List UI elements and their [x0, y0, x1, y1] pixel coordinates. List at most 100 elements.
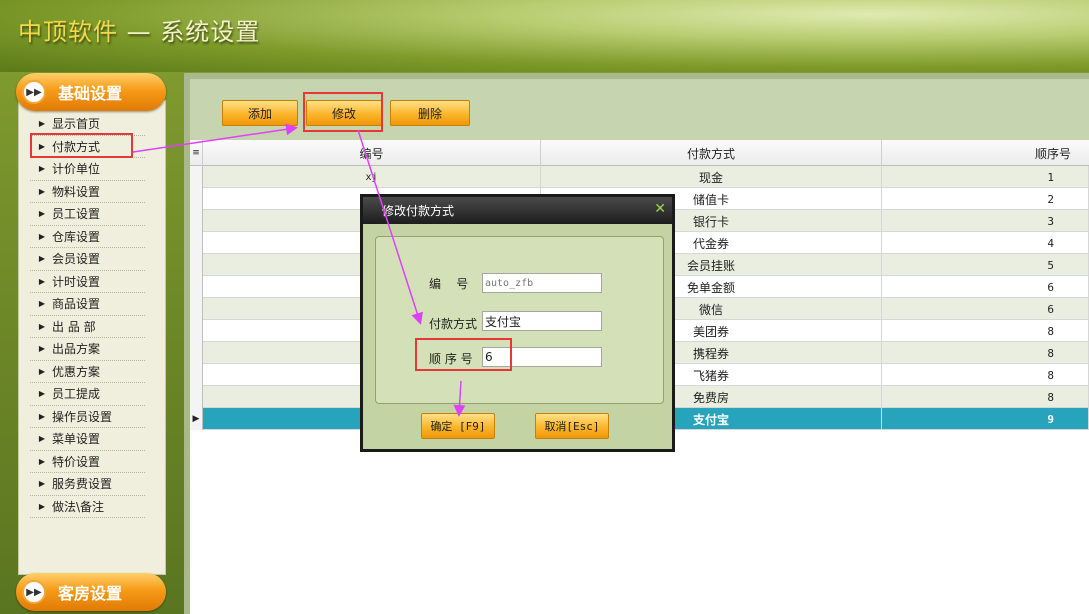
row-indicator: [190, 320, 203, 342]
sidebar-item[interactable]: ▶ 商品设置: [30, 293, 145, 316]
dialog-title: 修改付款方式: [382, 204, 455, 218]
sidebar-item-label: 出品方案: [52, 342, 101, 357]
row-indicator: [190, 276, 203, 298]
delete-button[interactable]: 删除: [390, 100, 470, 126]
row-indicator: [190, 210, 203, 232]
caret-right-icon: ▶: [38, 141, 46, 151]
sidebar-item-label: 显示首页: [52, 117, 101, 132]
caret-right-icon: ▶: [38, 366, 46, 376]
caret-right-icon: ▶: [38, 411, 46, 421]
cell-order: 6: [882, 276, 1089, 298]
sidebar-section-basic[interactable]: ▶▶ 基础设置: [16, 73, 166, 111]
cell-order: 4: [882, 232, 1089, 254]
code-label: 编 号: [429, 277, 469, 291]
caret-right-icon: ▶: [38, 231, 46, 241]
sidebar-section-rooms[interactable]: ▶▶ 客房设置: [16, 573, 166, 611]
row-indicator: [190, 254, 203, 276]
caret-right-icon: ▶: [38, 344, 46, 354]
row-indicator: [190, 386, 203, 408]
caret-right-icon: ▶: [38, 209, 46, 219]
dialog-title-bar[interactable]: 修改付款方式 ✕: [363, 197, 672, 224]
caret-right-icon: ▶: [38, 254, 46, 264]
sidebar-item[interactable]: ▶ 出 品 部: [30, 316, 145, 338]
cell-order: 9: [882, 408, 1089, 430]
sidebar-item[interactable]: ▶ 物料设置: [30, 181, 145, 203]
add-button[interactable]: 添加: [222, 100, 298, 126]
sidebar-item[interactable]: ▶ 特价设置: [30, 451, 145, 473]
row-indicator: [190, 342, 203, 364]
code-field[interactable]: auto_zfb: [482, 273, 602, 293]
sidebar-menu: ▶ 显示首页 ▶ 付款方式 ▶ 计价单位 ▶ 物料设置 ▶ 员工设置 ▶ 仓库设置 ▶ 会员设置 ▶ 计时设置…: [30, 113, 145, 518]
sidebar-item-label: 仓库设置: [52, 229, 101, 244]
cancel-button[interactable]: 取消[Esc]: [535, 413, 609, 439]
row-indicator: ▶: [190, 408, 203, 430]
sidebar-item-label: 特价设置: [52, 454, 101, 469]
caret-right-icon: ▶: [38, 321, 46, 331]
sidebar-section-label: 基础设置: [58, 84, 123, 103]
ok-button[interactable]: 确定 [F9]: [421, 413, 495, 439]
cell-method: 现金: [541, 166, 882, 188]
sidebar-item-label: 出 品 部: [52, 319, 96, 334]
sidebar-item-label: 优惠方案: [52, 364, 101, 379]
grid-menu-icon[interactable]: ≡: [190, 140, 203, 166]
caret-right-icon: ▶: [38, 186, 46, 196]
caret-right-icon: ▶: [38, 501, 46, 511]
column-header-order[interactable]: 顺序号: [882, 140, 1089, 166]
caret-right-icon: ▶: [38, 479, 46, 489]
row-indicator: [190, 188, 203, 210]
row-indicator: [190, 166, 203, 188]
sidebar-item[interactable]: ▶ 员工设置: [30, 203, 145, 226]
sidebar-item[interactable]: ▶ 优惠方案: [30, 361, 145, 383]
caret-right-icon: ▶: [38, 164, 46, 174]
sidebar-item[interactable]: ▶ 付款方式: [30, 136, 145, 158]
cell-order: 8: [882, 342, 1089, 364]
cell-order: 8: [882, 386, 1089, 408]
sidebar-item-label: 计价单位: [52, 162, 101, 177]
sidebar-item[interactable]: ▶ 出品方案: [30, 338, 145, 361]
sidebar-item[interactable]: ▶ 仓库设置: [30, 226, 145, 248]
caret-right-icon: ▶: [38, 299, 46, 309]
edit-button[interactable]: 修改: [306, 100, 382, 126]
brand-name: 中顶软件: [18, 18, 118, 46]
row-indicator: [190, 298, 203, 320]
caret-right-icon: ▶: [38, 276, 46, 286]
expand-icon: ▶▶: [22, 580, 46, 604]
cell-order: 3: [882, 210, 1089, 232]
sidebar-item-label: 服务费设置: [52, 477, 113, 492]
caret-right-icon: ▶: [38, 434, 46, 444]
sidebar-item-label: 员工提成: [52, 387, 101, 402]
cell-order: 2: [882, 188, 1089, 210]
expand-icon: ▶▶: [22, 80, 46, 104]
cell-order: 6: [882, 298, 1089, 320]
column-header-method[interactable]: 付款方式: [541, 140, 882, 166]
sidebar-item[interactable]: ▶ 服务费设置: [30, 473, 145, 496]
sidebar-item-label: 会员设置: [52, 252, 101, 267]
caret-right-icon: ▶: [38, 119, 46, 129]
sidebar-item-label: 做法\备注: [52, 499, 105, 514]
sidebar-item[interactable]: ▶ 显示首页: [30, 113, 145, 136]
sidebar-item[interactable]: ▶ 做法\备注: [30, 496, 145, 518]
sidebar-item[interactable]: ▶ 菜单设置: [30, 428, 145, 451]
sidebar-item[interactable]: ▶ 计时设置: [30, 271, 145, 293]
cell-code: xj: [203, 166, 541, 188]
cell-order: 8: [882, 320, 1089, 342]
close-icon[interactable]: ✕: [654, 201, 666, 217]
page-title: — 系统设置: [118, 18, 261, 46]
method-label: 付款方式: [429, 317, 478, 331]
sidebar-item[interactable]: ▶ 计价单位: [30, 158, 145, 181]
cell-order: 8: [882, 364, 1089, 386]
caret-right-icon: ▶: [38, 456, 46, 466]
order-field[interactable]: 6: [482, 347, 602, 367]
cell-order: 5: [882, 254, 1089, 276]
row-indicator: [190, 364, 203, 386]
sidebar-item-label: 物料设置: [52, 184, 101, 199]
method-field[interactable]: 支付宝: [482, 311, 602, 331]
column-header-code[interactable]: 编号: [203, 140, 541, 166]
sidebar-section-label: 客房设置: [58, 584, 123, 603]
sidebar-item[interactable]: ▶ 操作员设置: [30, 406, 145, 428]
sidebar-item[interactable]: ▶ 会员设置: [30, 248, 145, 271]
sidebar-item-label: 商品设置: [52, 297, 101, 312]
table-row[interactable]: xj 现金 1: [190, 166, 1089, 188]
sidebar-item[interactable]: ▶ 员工提成: [30, 383, 145, 406]
cell-order: 1: [882, 166, 1089, 188]
